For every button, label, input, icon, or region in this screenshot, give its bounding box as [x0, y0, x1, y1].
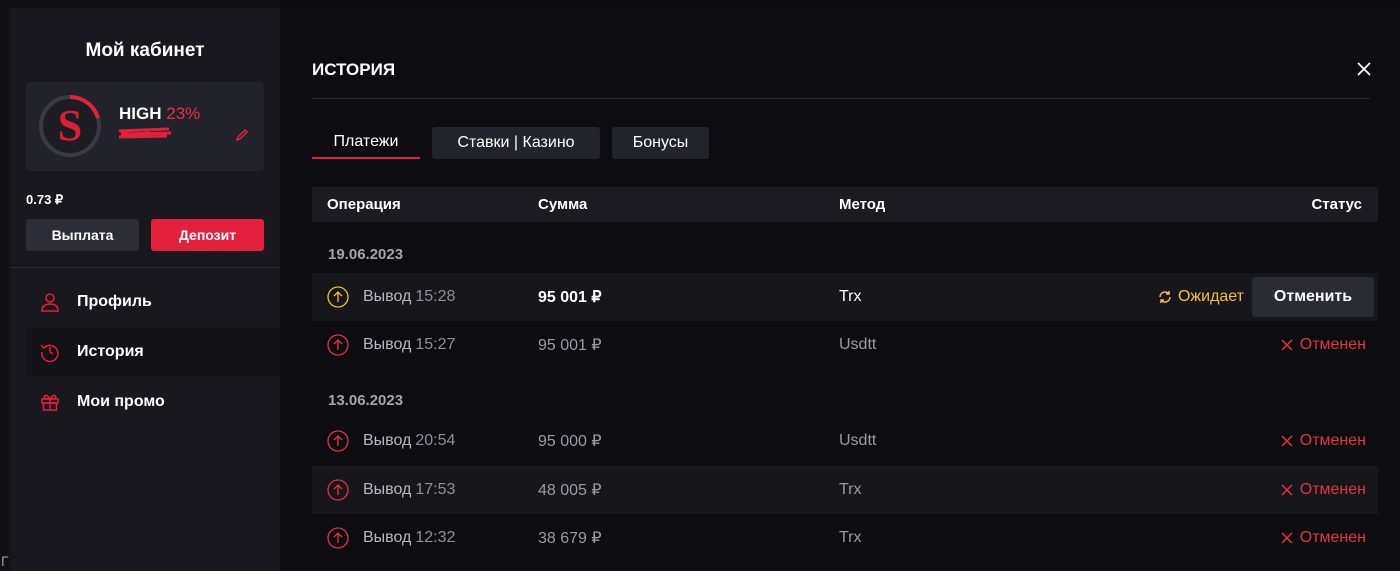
column-header-status: Статус: [1311, 196, 1362, 213]
table-row: Вывод 12:32 38 679 ₽ Trx Отменен: [312, 514, 1378, 562]
sidebar-divider: [10, 267, 280, 268]
close-icon[interactable]: [1355, 60, 1373, 78]
history-icon: [40, 342, 60, 362]
status-text: Ожидает: [1177, 288, 1244, 305]
user-card: S HIGH 23%: [26, 82, 264, 171]
sidebar-title: Мой кабинет: [85, 40, 205, 61]
tab-bets-casino[interactable]: Ставки | Казино: [432, 127, 600, 159]
level-percent: 23%: [166, 104, 201, 123]
column-header-operation: Операция: [327, 196, 401, 213]
payout-button[interactable]: Выплата: [26, 219, 139, 251]
operation-time: 15:27: [415, 336, 456, 353]
amount-cell: 95 000 ₽: [538, 433, 602, 450]
sidebar-item-history[interactable]: История: [26, 328, 280, 376]
column-header-method: Метод: [839, 196, 886, 213]
table-header: Операция Сумма Метод Статус: [312, 187, 1378, 222]
refresh-icon: [1159, 291, 1171, 303]
redacted-username-scribble: [118, 127, 172, 139]
balance-value: 0.73 ₽: [26, 192, 64, 207]
gift-icon: [40, 392, 60, 412]
operation-cell: Вывод 17:53: [327, 466, 455, 514]
tab-bonuses[interactable]: Бонусы: [612, 127, 709, 159]
operation-cell: Вывод 15:28: [327, 273, 455, 321]
operation-time: 17:53: [415, 481, 456, 498]
date-group-header: 13.06.2023: [328, 392, 404, 409]
status-badge: Отменен: [1280, 466, 1366, 514]
table-row: Вывод 17:53 48 005 ₽ Trx Отменен: [312, 466, 1378, 514]
withdraw-arrow-up-icon: [327, 479, 349, 501]
amount-cell: 38 679 ₽: [538, 530, 602, 547]
method-cell: Usdtt: [839, 432, 877, 449]
method-cell: Trx: [839, 288, 862, 305]
withdraw-arrow-up-icon: [327, 334, 349, 356]
sidebar-item-promo[interactable]: Мои промо: [26, 378, 280, 426]
operation-type: Вывод: [363, 481, 412, 498]
account-sidebar: Мой кабинет S HIGH 23% 0.73 ₽ Выплата Де…: [10, 8, 280, 571]
table-row: Вывод 15:27 95 001 ₽ Usdtt Отменен: [312, 321, 1378, 369]
method-cell: Trx: [839, 481, 862, 498]
status-text: Отменен: [1299, 529, 1366, 546]
level-logo-icon: S: [39, 94, 101, 157]
tab-payments[interactable]: Платежи: [312, 127, 420, 159]
cross-icon: [1281, 339, 1293, 351]
operation-cell: Вывод 15:27: [327, 321, 455, 369]
level-name: HIGH: [119, 104, 162, 123]
operation-type: Вывод: [363, 336, 412, 353]
cancel-request-button[interactable]: Отменить: [1252, 277, 1374, 317]
amount-cell: 95 001 ₽: [538, 289, 602, 306]
method-cell: Usdtt: [839, 336, 877, 353]
sidebar-item-label: Профиль: [77, 293, 152, 310]
corner-glyph: Г: [1, 553, 9, 569]
operation-cell: Вывод 12:32: [327, 514, 455, 562]
operation-type: Вывод: [363, 529, 412, 546]
method-cell: Trx: [839, 529, 862, 546]
amount-cell: 48 005 ₽: [538, 482, 602, 499]
table-row: Вывод 15:28 95 001 ₽ Trx Ожидает Отменит…: [312, 273, 1378, 321]
withdraw-arrow-up-icon: [327, 286, 349, 308]
page-title: ИСТОРИЯ: [312, 60, 396, 79]
status-text: Отменен: [1299, 481, 1366, 498]
header-divider: [312, 98, 1370, 99]
user-icon: [40, 292, 60, 312]
sidebar-item-label: Мои промо: [77, 393, 165, 410]
sidebar-item-label: История: [77, 343, 144, 360]
column-header-amount: Сумма: [538, 196, 588, 213]
operation-cell: Вывод 20:54: [327, 417, 455, 465]
level-label: HIGH 23%: [119, 104, 200, 124]
operation-time: 12:32: [415, 529, 456, 546]
date-group-header: 19.06.2023: [328, 246, 404, 263]
status-text: Отменен: [1299, 432, 1366, 449]
edit-pencil-icon[interactable]: [234, 127, 250, 143]
deposit-button[interactable]: Депозит: [151, 219, 264, 251]
operation-time: 15:28: [415, 288, 456, 305]
withdraw-arrow-up-icon: [327, 527, 349, 549]
operation-time: 20:54: [415, 432, 456, 449]
withdraw-arrow-up-icon: [327, 430, 349, 452]
cross-icon: [1281, 532, 1293, 544]
cross-icon: [1281, 484, 1293, 496]
status-badge: Ожидает: [1158, 273, 1244, 321]
svg-text:S: S: [58, 101, 82, 150]
status-badge: Отменен: [1280, 514, 1366, 562]
status-badge: Отменен: [1280, 321, 1366, 369]
table-row: Вывод 20:54 95 000 ₽ Usdtt Отменен: [312, 417, 1378, 465]
operation-type: Вывод: [363, 432, 412, 449]
status-text: Отменен: [1299, 336, 1366, 353]
amount-cell: 95 001 ₽: [538, 337, 602, 354]
cross-icon: [1281, 435, 1293, 447]
history-panel: ИСТОРИЯ Платежи Ставки | Казино Бонусы О…: [280, 8, 1400, 571]
operation-type: Вывод: [363, 288, 412, 305]
status-badge: Отменен: [1280, 417, 1366, 465]
sidebar-item-profile[interactable]: Профиль: [26, 278, 280, 326]
